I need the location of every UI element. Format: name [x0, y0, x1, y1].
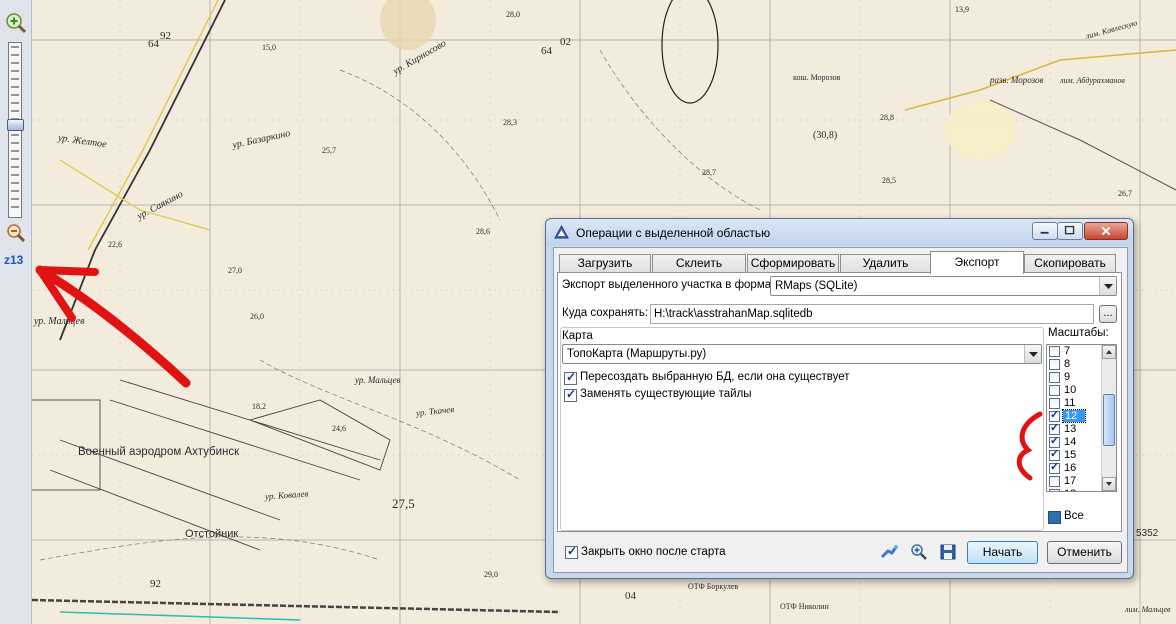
select-all-label: Все [1064, 510, 1084, 522]
tab-strip: Загрузить Склеить Сформировать Удалить Э… [557, 251, 1122, 274]
map-select[interactable]: ТопоКарта (Маршруты.ру) [562, 344, 1042, 364]
zoom-slider-thumb[interactable] [7, 119, 24, 131]
save-path-input[interactable]: H:\track\asstrahanMap.sqlitedb [650, 304, 1094, 324]
map-label: 18,2 [252, 402, 266, 411]
save-icon[interactable] [939, 543, 957, 561]
map-label: 22,6 [108, 240, 122, 249]
scale-checkbox[interactable] [1049, 489, 1060, 491]
start-button[interactable]: Начать [967, 541, 1038, 564]
chevron-down-icon [1099, 277, 1116, 295]
close-button[interactable] [1084, 222, 1128, 240]
map-label: ур. Мальцев [34, 316, 85, 327]
zoom-in-icon[interactable] [5, 12, 27, 34]
replace-tiles-label: Заменять существующие тайлы [580, 388, 752, 400]
map-label: 5352 [1136, 528, 1159, 539]
save-path-label: Куда сохранять: [562, 307, 649, 319]
scale-item[interactable]: 7 [1047, 345, 1102, 359]
scale-checkbox[interactable] [1049, 372, 1060, 383]
map-label: лим. Мальцев [1125, 605, 1171, 614]
map-label: кош. Морозов [793, 73, 841, 82]
recreate-db-checkbox[interactable] [564, 370, 577, 385]
route-icon[interactable] [880, 543, 898, 561]
map-group-label: Карта [562, 330, 593, 342]
dialog-body: Загрузить Склеить Сформировать Удалить Э… [553, 247, 1128, 573]
map-label: 25,7 [322, 146, 336, 155]
dialog-titlebar[interactable]: Операции с выделенной областью [546, 219, 1133, 245]
tab-merge[interactable]: Склеить [652, 254, 746, 273]
area-operations-dialog: Операции с выделенной областью Загрузить… [545, 218, 1134, 579]
map-label: 27,0 [228, 266, 242, 275]
scale-item[interactable]: 8 [1047, 358, 1102, 372]
map-label: 02 [560, 36, 571, 48]
map-label: (30,8) [813, 130, 838, 141]
map-label: 64 [541, 45, 552, 57]
zoom-out-icon[interactable] [5, 222, 27, 244]
map-label: 15,0 [262, 43, 276, 52]
scale-checkbox[interactable] [1049, 346, 1060, 357]
recreate-db-label: Пересоздать выбранную БД, если она сущес… [580, 371, 850, 383]
tab-delete[interactable]: Удалить [840, 254, 931, 273]
map-label: 64 [148, 38, 159, 50]
map-label: 27,5 [392, 496, 415, 511]
map-label: 24,6 [332, 424, 346, 433]
scroll-thumb[interactable] [1103, 394, 1115, 446]
map-label: 92 [160, 30, 171, 42]
scale-checkbox[interactable] [1049, 385, 1060, 396]
export-format-label: Экспорт выделенного участка в формат [562, 279, 777, 291]
export-format-select[interactable]: RMaps (SQLite) [770, 276, 1117, 296]
scroll-up-icon[interactable] [1102, 345, 1116, 359]
map-label: 26,0 [250, 312, 264, 321]
scale-checkbox[interactable] [1049, 460, 1060, 474]
map-label: 28,6 [476, 227, 490, 236]
map-label: 04 [625, 590, 636, 602]
scale-checkbox[interactable] [1049, 476, 1060, 487]
scales-listbox[interactable]: 7 8 9 10 11 12 13 14 15 16 17 18 [1046, 344, 1117, 492]
map-label: Отстойник [185, 528, 239, 540]
scale-checkbox[interactable] [1049, 359, 1060, 370]
close-after-start-checkbox[interactable] [565, 544, 578, 559]
zoom-to-area-icon[interactable] [910, 543, 928, 561]
tab-copy[interactable]: Скопировать [1024, 254, 1116, 273]
map-label: ур. Мальцев [355, 375, 401, 385]
browse-button[interactable]: ... [1099, 305, 1117, 323]
replace-tiles-checkbox[interactable] [564, 387, 577, 402]
cancel-button[interactable]: Отменить [1047, 541, 1122, 564]
minimize-button[interactable] [1032, 222, 1058, 240]
map-label: Военный аэродром Ахтубинск [78, 446, 240, 458]
map-label: лим. Абдурахманов [1060, 76, 1125, 85]
map-label: разв. Морозов [990, 75, 1044, 85]
scales-label: Масштабы: [1048, 327, 1109, 339]
tab-generate[interactable]: Сформировать [747, 254, 839, 273]
dialog-title: Операции с выделенной областью [576, 226, 771, 240]
map-label: ОТФ Боркулев [688, 582, 739, 591]
map-label: 26,7 [1118, 189, 1132, 198]
chevron-down-icon [1024, 345, 1041, 363]
map-label: 28,7 [702, 168, 716, 177]
maximize-button[interactable] [1057, 222, 1083, 240]
select-all-checkbox[interactable] [1048, 511, 1061, 524]
map-label: 28,0 [506, 10, 520, 19]
scales-scrollbar[interactable] [1101, 345, 1116, 491]
map-label: 13,9 [955, 5, 969, 14]
tab-load[interactable]: Загрузить [559, 254, 651, 273]
map-label: 29,0 [484, 570, 498, 579]
scale-item[interactable]: 18 [1047, 488, 1102, 491]
close-icon [1101, 226, 1111, 236]
zoom-level-label: z13 [4, 253, 24, 267]
export-tab-panel: Экспорт выделенного участка в формат RMa… [557, 272, 1122, 532]
scroll-down-icon[interactable] [1102, 477, 1116, 491]
close-after-start-label: Закрыть окно после старта [581, 546, 726, 558]
map-label: 28,3 [503, 118, 517, 127]
export-format-value: RMaps (SQLite) [775, 280, 858, 292]
map-select-value: ТопоКарта (Маршруты.ру) [567, 348, 707, 360]
map-label: 92 [150, 578, 161, 590]
map-label: 28,5 [882, 176, 896, 185]
map-label: 28,8 [880, 113, 894, 122]
map-label: ОТФ Николин [780, 602, 829, 611]
zoom-toolbar: z13 [0, 0, 32, 624]
app-icon [554, 224, 569, 240]
tab-export[interactable]: Экспорт [930, 251, 1024, 274]
